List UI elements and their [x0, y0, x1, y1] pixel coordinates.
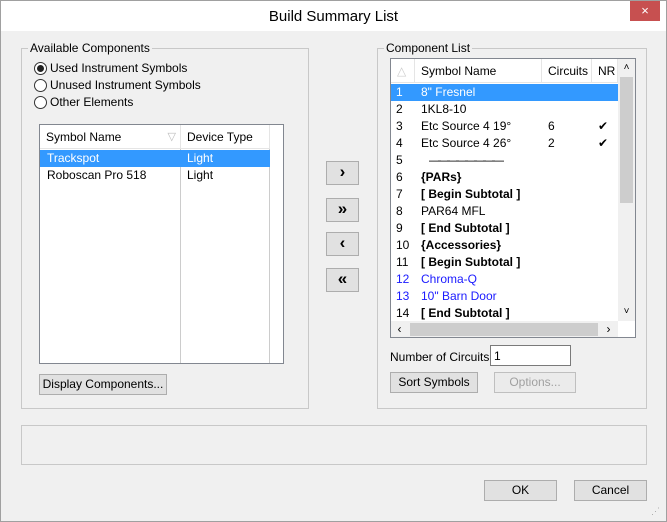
radio-option[interactable]: Other Elements — [34, 95, 133, 109]
scroll-up-icon[interactable]: ˄ — [618, 59, 635, 76]
num-circuits-input[interactable] — [490, 345, 571, 366]
list-item[interactable]: Trackspot Light — [40, 150, 270, 167]
title-bar: Build Summary List — [1, 1, 666, 31]
group-label: Available Components — [28, 41, 152, 55]
table-row[interactable]: 10 {Accessories} — [391, 237, 618, 254]
table-row[interactable]: 8 PAR64 MFL — [391, 203, 618, 220]
scroll-down-icon[interactable]: ˅ — [618, 303, 635, 320]
scroll-right-icon[interactable]: › — [600, 321, 617, 337]
table-row[interactable]: 2 1KL8-10 — [391, 101, 618, 118]
table-row[interactable]: 12 Chroma-Q — [391, 271, 618, 288]
scroll-left-icon[interactable]: ‹ — [391, 321, 408, 337]
group-label: Component List — [384, 41, 473, 55]
radio-button-icon[interactable] — [34, 61, 47, 75]
add-all-button[interactable]: » — [326, 198, 359, 222]
horizontal-scrollbar[interactable]: ‹ › — [391, 321, 618, 337]
checkmark-icon: ✔ — [598, 119, 609, 133]
table-row[interactable]: 13 10" Barn Door — [391, 288, 618, 305]
sort-triangle-icon: △ — [391, 59, 415, 83]
scroll-thumb[interactable] — [410, 323, 598, 336]
cancel-button[interactable]: Cancel — [574, 480, 647, 501]
sort-symbols-button[interactable]: Sort Symbols — [390, 372, 478, 393]
column-circuits[interactable]: Circuits — [542, 59, 592, 83]
close-button[interactable]: × — [630, 1, 660, 21]
list-item[interactable]: Roboscan Pro 518 Light — [40, 167, 270, 184]
column-device-type[interactable]: Device Type — [181, 125, 270, 149]
table-row[interactable]: 9[ End Subtotal ] — [391, 220, 618, 237]
sort-triangle-icon: ▽ — [167, 131, 176, 143]
component-list-group: Component List △ Symbol Name Circuits NR… — [377, 41, 647, 409]
table-row[interactable]: 7[ Begin Subtotal ] — [391, 186, 618, 203]
table-row[interactable]: 11[ Begin Subtotal ] — [391, 254, 618, 271]
table-row[interactable]: 14[ End Subtotal ] — [391, 305, 618, 322]
resize-grip-icon[interactable]: ⋰ — [651, 506, 660, 517]
available-symbols-list[interactable]: Symbol Name ▽ Device Type Trackspot Light R… — [39, 124, 284, 364]
component-list[interactable]: △ Symbol Name Circuits NR 1 8" Fresnel 2 1K… — [390, 58, 636, 338]
display-components-button[interactable]: Display Components... — [39, 374, 167, 395]
table-row[interactable]: 1 8" Fresnel — [391, 84, 618, 101]
remove-button[interactable]: ‹ — [326, 232, 359, 256]
radio-button-icon[interactable] — [34, 95, 47, 109]
table-row[interactable]: 4 Etc Source 4 26° 2 ✔ — [391, 135, 618, 152]
radio-option[interactable]: Unused Instrument Symbols — [34, 78, 201, 92]
radio-option[interactable]: Used Instrument Symbols — [34, 61, 187, 75]
checkmark-icon: ✔ — [598, 136, 609, 150]
ok-button[interactable]: OK — [484, 480, 557, 501]
radio-button-icon[interactable] — [34, 78, 47, 92]
column-symbol-name[interactable]: Symbol Name ▽ — [40, 125, 181, 149]
num-circuits-label: Number of Circuits: — [390, 350, 493, 364]
column-symbol-name[interactable]: Symbol Name — [415, 59, 542, 83]
column-nr[interactable]: NR — [592, 59, 618, 83]
status-box — [21, 425, 647, 465]
scroll-thumb[interactable] — [620, 77, 633, 203]
add-button[interactable]: › — [326, 161, 359, 185]
dialog-window: Build Summary List × Available Component… — [0, 0, 667, 522]
remove-all-button[interactable]: « — [326, 268, 359, 292]
table-row[interactable]: 6 {PARs} — [391, 169, 618, 186]
options-button[interactable]: Options... — [494, 372, 576, 393]
window-title: Build Summary List — [268, 8, 399, 25]
table-row[interactable]: 3 Etc Source 4 19° 6 ✔ — [391, 118, 618, 135]
table-row[interactable]: 5 ———————— — [391, 152, 618, 169]
vertical-scrollbar[interactable]: ˄ ˅ — [618, 59, 635, 321]
available-components-group: Available Components Used Instrument Sym… — [21, 41, 309, 409]
